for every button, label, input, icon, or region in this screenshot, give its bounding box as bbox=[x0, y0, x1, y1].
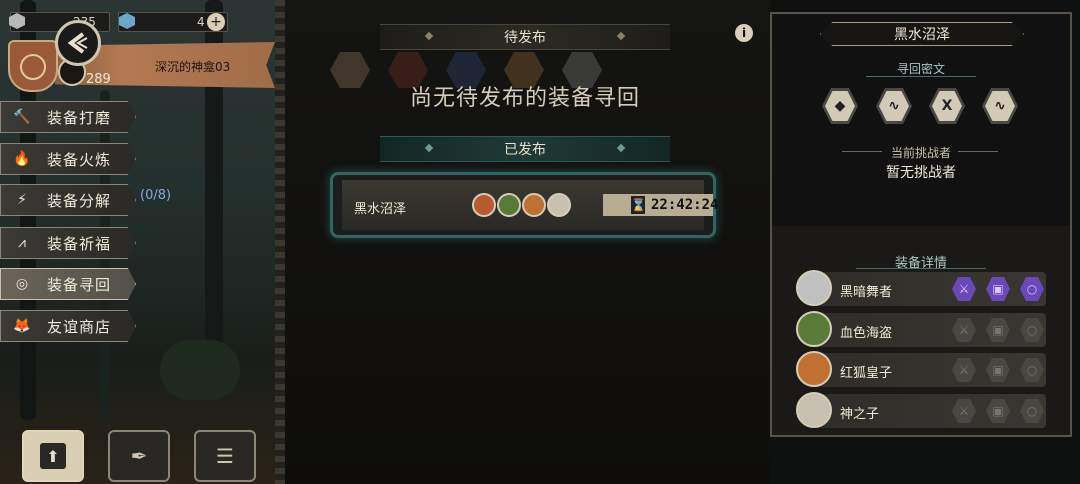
player-level: 289 bbox=[86, 72, 111, 87]
rune-3-icon: X bbox=[932, 91, 962, 121]
upload-icon: ⬆ bbox=[40, 443, 66, 469]
list-icon: ☰ bbox=[216, 444, 234, 468]
hero-avatar bbox=[796, 270, 832, 306]
hero-name: 红狐皇子 bbox=[840, 366, 893, 381]
add-icon[interactable]: + bbox=[207, 13, 225, 31]
hero-avatar-pirate bbox=[497, 193, 521, 217]
armor-slot-icon[interactable]: ▣ bbox=[986, 277, 1010, 301]
weapon-slot-icon[interactable]: ⚔ bbox=[952, 399, 976, 423]
ring-slot-icon[interactable]: ○ bbox=[1020, 399, 1044, 423]
menu-item-forge[interactable]: 🔥 装备火炼 bbox=[0, 143, 136, 175]
published-header-label: 已发布 bbox=[504, 142, 546, 158]
resource-b-box: 4 + bbox=[118, 12, 228, 32]
armor-slot-icon[interactable]: ▣ bbox=[986, 399, 1010, 423]
disassemble-count: (0/8) bbox=[140, 188, 172, 203]
weapon-slot-icon[interactable]: ⚔ bbox=[952, 358, 976, 382]
menu-label: 友谊商店 bbox=[47, 317, 112, 336]
ring-slot-icon[interactable]: ○ bbox=[1020, 318, 1044, 342]
dock-list-button[interactable]: ☰ bbox=[194, 430, 256, 482]
published-timer: 22:42:24 bbox=[651, 197, 719, 213]
resource-b-value: 4 bbox=[197, 15, 205, 29]
hourglass-icon: ⌛ bbox=[631, 196, 646, 214]
challenger-value: 暂无挑战者 bbox=[886, 165, 956, 181]
menu-item-retrieve[interactable]: ◎ 装备寻回 bbox=[0, 268, 136, 300]
equip-row-god-child[interactable]: 神之子 ⚔ ▣ ○ bbox=[796, 392, 1046, 428]
dock-upload-button[interactable]: ⬆ bbox=[22, 430, 84, 482]
info-icon[interactable]: i bbox=[735, 24, 753, 42]
left-divider bbox=[275, 0, 285, 484]
pending-header-label: 待发布 bbox=[504, 30, 546, 46]
gem-icon bbox=[119, 13, 135, 29]
hammer-icon: 🔨 bbox=[13, 109, 31, 125]
disassemble-icon: ⚡ bbox=[17, 192, 27, 208]
hero-avatar-fox bbox=[472, 193, 496, 217]
timer-box: ⌛ 22:42:24 bbox=[603, 194, 718, 216]
armor-slot-icon[interactable]: ▣ bbox=[986, 358, 1010, 382]
empty-pending-message: 尚无待发布的装备寻回 bbox=[409, 86, 640, 111]
weapon-slot-icon[interactable]: ⚔ bbox=[952, 318, 976, 342]
rune-2-icon: ∿ bbox=[879, 91, 909, 121]
flame-icon: 🔥 bbox=[13, 151, 31, 167]
ring-slot-icon[interactable]: ○ bbox=[1020, 277, 1044, 301]
armor-slot-icon[interactable]: ▣ bbox=[986, 318, 1010, 342]
runes-header: 寻回密文 bbox=[896, 62, 945, 76]
feather-icon: ✒ bbox=[130, 444, 148, 468]
cube-icon bbox=[9, 13, 25, 29]
hero-avatar bbox=[796, 351, 832, 387]
menu-item-polish[interactable]: 🔨 装备打磨 bbox=[0, 101, 136, 133]
hero-avatar-prince bbox=[522, 193, 546, 217]
rune-1-icon: ◆ bbox=[825, 91, 855, 121]
hero-avatar bbox=[796, 311, 832, 347]
guild-shield-icon bbox=[8, 40, 58, 92]
ring-slot-icon[interactable]: ○ bbox=[1020, 358, 1044, 382]
rune-4-icon: ∿ bbox=[985, 91, 1015, 121]
back-arrow-icon bbox=[67, 32, 88, 54]
back-button[interactable] bbox=[55, 20, 101, 66]
pending-header: 待发布 bbox=[380, 24, 670, 50]
menu-item-pray[interactable]: ⩘ 装备祈福 bbox=[0, 227, 136, 259]
equip-row-blood-pirate[interactable]: 血色海盗 ⚔ ▣ ○ bbox=[796, 311, 1046, 347]
hero-name: 血色海盗 bbox=[840, 326, 893, 341]
menu-item-friend-shop[interactable]: 🦊 友谊商店 bbox=[0, 310, 136, 342]
hero-name: 神之子 bbox=[840, 407, 880, 422]
menu-label: 装备火炼 bbox=[47, 150, 112, 169]
menu-item-disassemble[interactable]: ⚡ 装备分解 bbox=[0, 184, 136, 216]
hero-name: 黑暗舞者 bbox=[840, 285, 893, 300]
menu-label: 装备寻回 bbox=[47, 275, 112, 294]
equip-row-fox-prince[interactable]: 红狐皇子 ⚔ ▣ ○ bbox=[796, 351, 1046, 387]
banner-name: 深沉的神龛03 bbox=[155, 60, 231, 74]
fox-icon: 🦊 bbox=[13, 318, 31, 334]
hero-avatar bbox=[796, 392, 832, 428]
pray-icon: ⩘ bbox=[18, 235, 26, 251]
target-icon: ◎ bbox=[15, 276, 29, 292]
menu-label: 装备打磨 bbox=[47, 108, 112, 127]
dock-feather-button[interactable]: ✒ bbox=[108, 430, 170, 482]
challenger-header: 当前挑战者 bbox=[890, 146, 951, 160]
detail-title: 黑水沼泽 bbox=[820, 22, 1024, 46]
hero-avatar-god-child bbox=[547, 193, 571, 217]
equip-row-dark-dancer[interactable]: 黑暗舞者 ⚔ ▣ ○ bbox=[796, 270, 1046, 306]
menu-label: 装备分解 bbox=[47, 191, 112, 210]
weapon-slot-icon[interactable]: ⚔ bbox=[952, 277, 976, 301]
published-header: 已发布 bbox=[380, 136, 670, 162]
published-location: 黑水沼泽 bbox=[354, 202, 407, 217]
menu-label: 装备祈福 bbox=[47, 234, 112, 253]
